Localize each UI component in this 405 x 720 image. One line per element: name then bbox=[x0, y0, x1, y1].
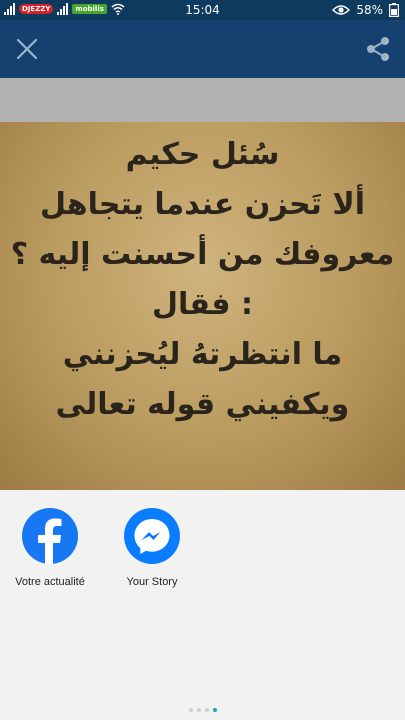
page-dot bbox=[204, 708, 209, 712]
close-icon bbox=[16, 38, 38, 60]
page-dot-active bbox=[212, 708, 217, 712]
quote-line: معروفك من أحسنت إليه ؟ bbox=[10, 237, 395, 272]
quote-line: سُئل حكيم bbox=[125, 137, 280, 172]
share-target-messenger[interactable]: Your Story bbox=[102, 508, 202, 588]
quote-text: سُئل حكيم ألا تَحزن عندما يتجاهل معروفك … bbox=[0, 130, 405, 430]
quote-line: : فقال bbox=[152, 287, 253, 322]
eye-icon bbox=[332, 5, 351, 15]
share-sheet: Votre actualité Your Story bbox=[0, 490, 405, 720]
battery-icon bbox=[389, 3, 399, 17]
page-dot bbox=[188, 708, 193, 712]
quote-image[interactable]: سُئل حكيم ألا تَحزن عندما يتجاهل معروفك … bbox=[0, 122, 405, 490]
image-top-padding bbox=[0, 78, 405, 122]
close-button[interactable] bbox=[12, 34, 42, 64]
page-dot bbox=[196, 708, 201, 712]
facebook-icon bbox=[22, 508, 78, 564]
battery-percent: 58% bbox=[356, 3, 383, 17]
share-target-label: Your Story bbox=[126, 576, 178, 588]
app-bar bbox=[0, 20, 405, 78]
share-icon bbox=[367, 37, 389, 61]
page-indicator bbox=[0, 708, 405, 712]
quote-line: ما انتظرتهُ ليُحزنني bbox=[62, 337, 343, 372]
status-right: 58% bbox=[332, 3, 399, 17]
share-target-facebook[interactable]: Votre actualité bbox=[0, 508, 100, 588]
quote-line: ألا تَحزن عندما يتجاهل bbox=[40, 187, 365, 222]
messenger-icon bbox=[124, 508, 180, 564]
share-target-label: Votre actualité bbox=[15, 576, 85, 588]
share-button[interactable] bbox=[363, 34, 393, 64]
quote-line: ويكفيني قوله تعالى bbox=[55, 387, 350, 422]
status-bar: DJEZZY mobilis 15:04 58% bbox=[0, 0, 405, 20]
